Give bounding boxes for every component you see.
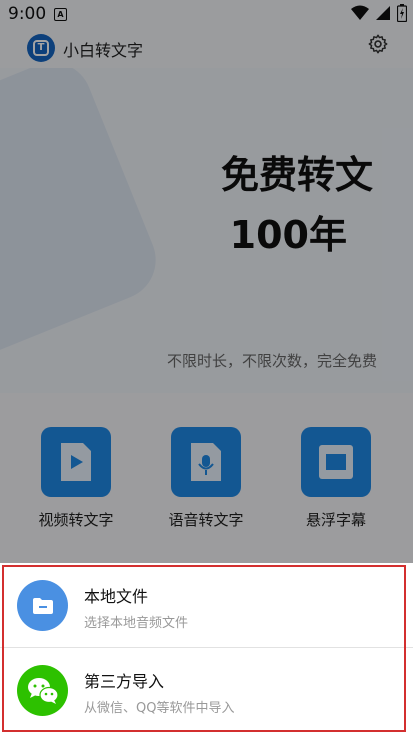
highlight-box xyxy=(2,565,406,732)
